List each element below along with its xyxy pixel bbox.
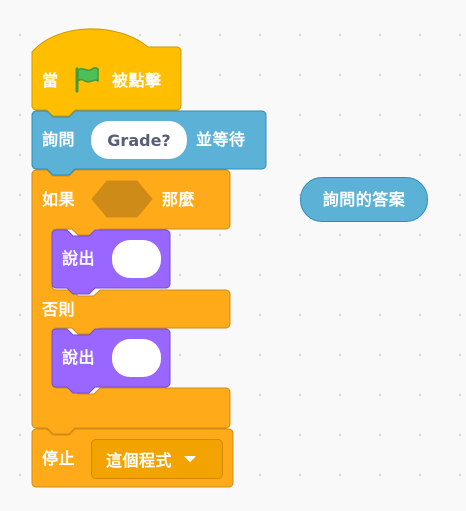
script-workspace[interactable]: 當 被點擊 詢問 Grade? 並等待 如果 那麼 否則 說出 說出 停止 這個… [0,0,466,511]
say-message-input[interactable] [112,339,161,377]
ask-label: 詢問 [42,130,76,149]
stop-label: 停止 [42,449,76,468]
wait-label: 並等待 [196,130,246,149]
say-label: 說出 [62,348,96,367]
then-label: 那麼 [162,190,196,209]
ask-question-input[interactable]: Grade? [91,121,187,159]
clicked-label: 被點擊 [112,71,162,90]
say-label: 說出 [62,249,96,268]
answer-label: 詢問的答案 [322,189,406,209]
say-message-input[interactable] [112,240,161,278]
else-label: 否則 [42,300,76,319]
answer-reporter[interactable]: 詢問的答案 [300,177,428,222]
green-flag-icon [75,67,99,93]
stop-option-value: 這個程式 [106,451,173,470]
stop-option-dropdown[interactable]: 這個程式 [91,439,223,479]
dropdown-arrow-icon [184,456,196,462]
when-label: 當 [42,71,59,90]
if-label: 如果 [42,190,76,209]
